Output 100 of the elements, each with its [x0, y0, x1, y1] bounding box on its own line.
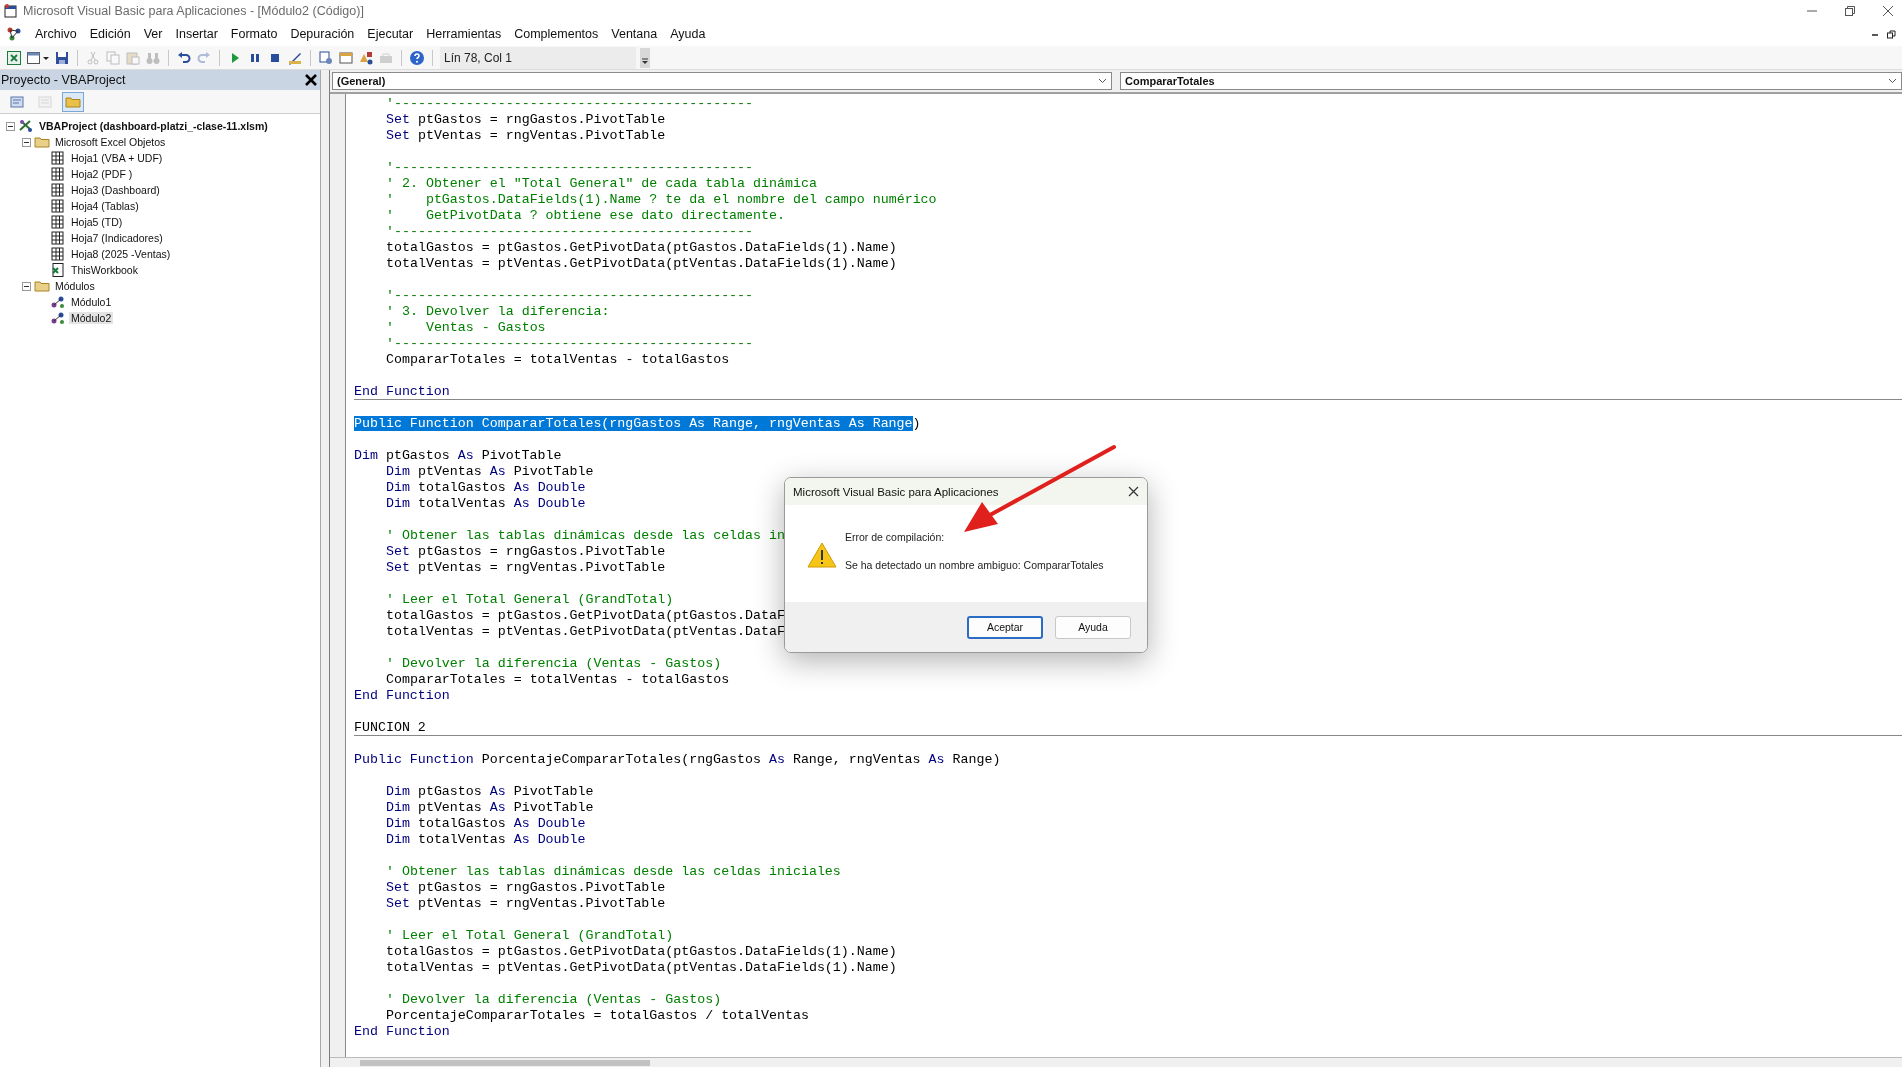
object-dropdown[interactable]: (General)	[332, 72, 1112, 90]
dialog-button[interactable]: Ayuda	[1055, 615, 1131, 639]
code-line: PorcentajeCompararTotales = totalGastos / totalVentas	[385, 1008, 809, 1024]
error-heading: Error de compilación:	[845, 531, 946, 543]
help-icon[interactable]	[409, 49, 425, 66]
code-line: Dim totalVentas As Double	[385, 832, 586, 848]
collapse-icon[interactable]	[6, 121, 15, 131]
code-line: CompararTotales = totalVentas - totalGastos	[385, 672, 730, 688]
code-line: totalVentas = ptVentas.GetPivotData(ptVentas.DataFields(1).Name)	[385, 960, 897, 976]
cursor-position: Lín 78, Col 1	[440, 46, 636, 69]
chevron-down-icon	[1888, 78, 1897, 84]
code-line: totalGastos = ptGastos.GetPivotData(ptGastos.DataFields(1).Name)	[385, 944, 897, 960]
tree-item[interactable]: VBAProject (dashboard-platzi_-clase-11.xlsm)	[37, 120, 270, 132]
sheet-icon	[50, 230, 66, 246]
code-line: Dim ptGastos As PivotTable	[385, 784, 594, 800]
code-line: CompararTotales = totalVentas - totalGastos	[385, 352, 730, 368]
undo-icon[interactable]	[176, 49, 192, 66]
window-title: Microsoft Visual Basic para Aplicaciones - [Módulo2 (Código)]	[23, 4, 364, 18]
view-code-icon	[9, 93, 25, 110]
code-line: Dim totalVentas As Double	[385, 496, 586, 512]
code-line: ' Devolver la diferencia (Ventas - Gastos)	[385, 992, 722, 1008]
code-line: ' GetPivotData ? obtiene ese dato directamente.	[385, 208, 785, 224]
menu-item[interactable]: Depuración	[290, 27, 355, 41]
code-line: Set ptVentas = rngVentas.PivotTable	[385, 896, 666, 912]
code-line: ' Leer el Total General (GrandTotal)	[385, 592, 674, 608]
code-line: totalGastos = ptGastos.GetPivotData(ptGastos.DataF	[385, 608, 785, 624]
save-icon[interactable]	[54, 49, 70, 66]
menu-item[interactable]: Ejecutar	[367, 27, 414, 41]
menu-item[interactable]: Archivo	[35, 27, 77, 41]
code-line: ' Obtener las tablas dinámicas desde las celdas iniciales	[385, 864, 841, 880]
menu-item[interactable]: Complementos	[514, 27, 599, 41]
code-line: FUNCION 2	[354, 720, 426, 736]
warning-icon	[807, 541, 837, 569]
tree-item[interactable]: Hoja5 (TD)	[69, 216, 125, 228]
code-line: Public Function CompararTotales(rngGastos As Range, rngVentas As Range)	[354, 416, 921, 432]
close-icon[interactable]	[304, 73, 318, 87]
folder-icon	[34, 278, 50, 294]
collapse-icon[interactable]	[22, 281, 31, 291]
tree-item[interactable]: Microsoft Excel Objetos	[53, 136, 168, 148]
tree-item[interactable]: Hoja8 (2025 -Ventas)	[69, 248, 173, 260]
close-icon[interactable]	[1128, 486, 1139, 497]
code-line: ' Leer el Total General (GrandTotal)	[385, 928, 674, 944]
code-line: ' ptGastos.DataFields(1).Name ? te da el nombre del campo numérico	[385, 192, 937, 208]
sheet-icon	[50, 150, 66, 166]
code-line: Set ptGastos = rngGastos.PivotTable	[385, 880, 666, 896]
dialog-button[interactable]: Aceptar	[967, 615, 1043, 639]
code-line: Dim ptVentas As PivotTable	[385, 800, 594, 816]
menu-item[interactable]: Ayuda	[670, 27, 706, 41]
menu-item[interactable]: Formato	[230, 27, 278, 41]
panel-title: Proyecto - VBAProject	[1, 73, 126, 87]
project-explorer-icon[interactable]	[318, 49, 334, 66]
menu-item[interactable]: Edición	[89, 27, 131, 41]
menu-item[interactable]: Insertar	[175, 27, 218, 41]
code-line: Dim totalGastos As Double	[385, 816, 586, 832]
restore-icon[interactable]	[1844, 5, 1856, 17]
scrollbar-thumb[interactable]	[360, 1059, 650, 1066]
code-line: Set ptVentas = rngVentas.PivotTable	[385, 128, 666, 144]
close-icon[interactable]	[1882, 5, 1894, 17]
tree-item[interactable]: Hoja1 (VBA + UDF)	[69, 152, 165, 164]
menu-item[interactable]: Ventana	[611, 27, 658, 41]
code-line: End Function	[354, 688, 450, 704]
code-line: Public Function PorcentajeCompararTotales(rngGastos As Range, rngVentas As Range)	[354, 752, 1001, 768]
tree-item[interactable]: Módulo2	[69, 312, 114, 324]
view-object-icon	[37, 93, 53, 110]
menu-item[interactable]: Herramientas	[426, 27, 502, 41]
sheet-icon	[50, 198, 66, 214]
sheet-icon	[50, 182, 66, 198]
collapse-icon[interactable]	[22, 137, 31, 147]
tree-item[interactable]: Módulos	[53, 280, 97, 292]
menu-item[interactable]: Ver	[143, 27, 163, 41]
project-icon	[18, 118, 34, 134]
tree-item[interactable]: Hoja2 (PDF )	[69, 168, 135, 180]
code-line: totalGastos = ptGastos.GetPivotData(ptGastos.DataFields(1).Name)	[385, 240, 897, 256]
code-line: '---------------------------------------------	[385, 96, 754, 112]
code-line: Dim totalGastos As Double	[385, 480, 586, 496]
code-line: totalVentas = ptVentas.GetPivotData(ptVentas.DataFields(1).Name)	[385, 256, 897, 272]
tree-item[interactable]: Módulo1	[69, 296, 114, 308]
chevron-down-icon	[1098, 78, 1107, 84]
code-line: '---------------------------------------------	[385, 288, 754, 304]
tree-item[interactable]: Hoja4 (Tablas)	[69, 200, 141, 212]
code-line: ' Ventas - Gastos	[385, 320, 546, 336]
code-line: Dim ptVentas As PivotTable	[385, 464, 594, 480]
toolbar-options-icon[interactable]	[640, 47, 650, 68]
code-line: ' 3. Devolver la diferencia:	[385, 304, 610, 320]
sheet-icon	[50, 246, 66, 262]
splitter-bar[interactable]	[320, 70, 330, 1067]
excel-icon[interactable]	[6, 49, 22, 66]
restore-icon[interactable]	[1887, 29, 1896, 39]
panel-tool-button[interactable]	[62, 91, 84, 112]
tree-item[interactable]: Hoja7 (Indicadores)	[69, 232, 165, 244]
folder-icon	[34, 134, 50, 150]
code-line: Set ptGastos = rngGastos.PivotTable	[385, 112, 666, 128]
tree-item[interactable]: ThisWorkbook	[69, 264, 140, 276]
object-browser-icon[interactable]	[358, 49, 374, 66]
code-line: Dim ptGastos As PivotTable	[354, 448, 562, 464]
module-icon	[50, 294, 66, 310]
procedure-dropdown[interactable]: CompararTotales	[1120, 72, 1902, 90]
insert-form-icon[interactable]	[26, 49, 50, 66]
code-line: End Function	[354, 1024, 450, 1040]
tree-item[interactable]: Hoja3 (Dashboard)	[69, 184, 162, 196]
